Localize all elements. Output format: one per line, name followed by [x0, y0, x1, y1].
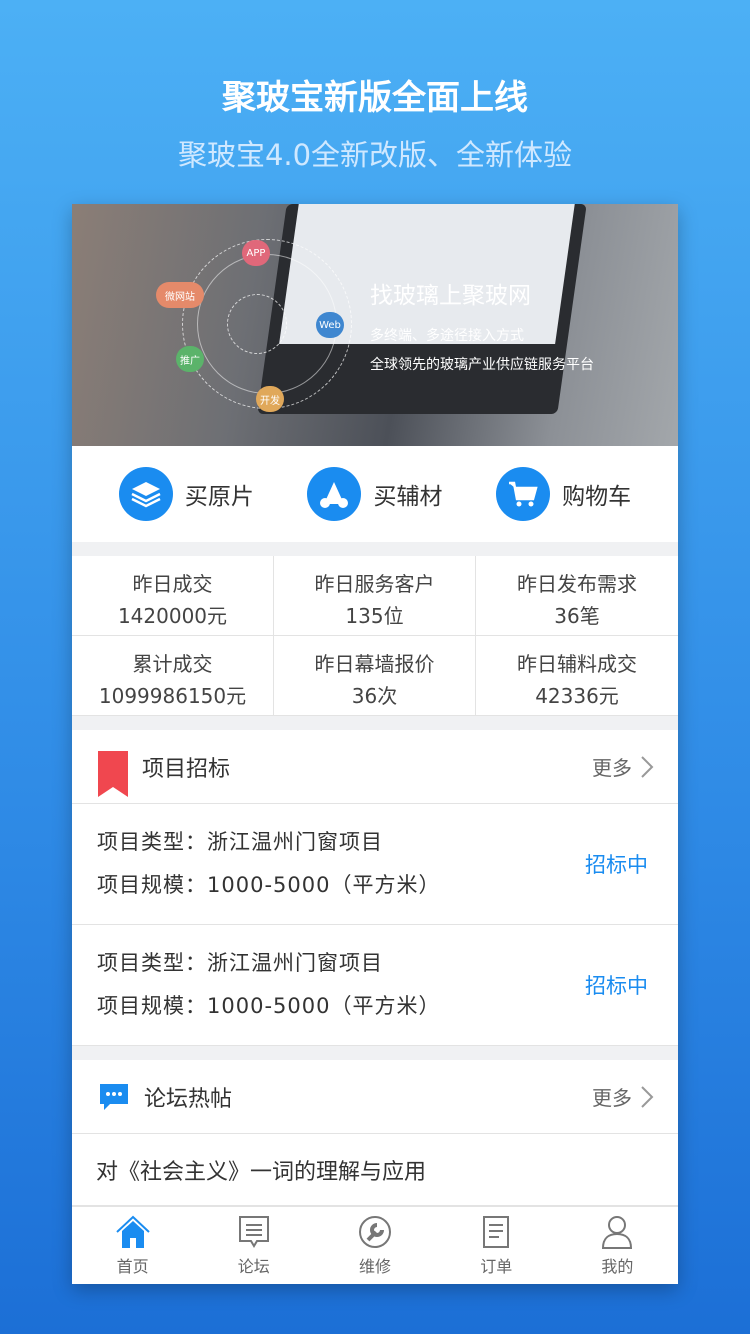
quick-label: 买原片 — [184, 484, 254, 510]
layers-icon — [118, 467, 173, 521]
section-title: 项目招标 — [142, 756, 231, 782]
home-icon — [115, 1215, 150, 1248]
bid-status: 招标中 — [585, 974, 648, 998]
stat-cell: 昨日发布需求 36笔 — [476, 556, 678, 636]
section-title: 论坛热帖 — [144, 1086, 233, 1112]
bubble-microsite: 微网站 — [156, 282, 204, 308]
chat-bubble-icon — [100, 1083, 128, 1110]
more-link[interactable]: 更多 — [592, 752, 632, 781]
quick-label: 购物车 — [562, 484, 632, 510]
cart-icon — [496, 467, 551, 521]
banner-line2: 全球领先的玻璃产业供应链服务平台 — [370, 357, 594, 373]
more-link[interactable]: 更多 — [592, 1082, 632, 1111]
tab-home[interactable]: 首页 — [72, 1207, 193, 1284]
banner-headline: 找玻璃上聚玻网 — [370, 283, 531, 309]
forum-post[interactable]: 对《社会主义》一词的理解与应用 — [72, 1134, 678, 1206]
quick-cart[interactable]: 购物车 — [496, 467, 631, 521]
bubble-app: APP — [242, 240, 270, 266]
stat-cell: 昨日成交 1420000元 — [72, 556, 274, 636]
message-icon — [238, 1216, 269, 1248]
bubble-promo: 推广 — [176, 346, 204, 372]
stat-cell: 昨日辅料成交 42336元 — [476, 636, 678, 716]
tab-forum[interactable]: 论坛 — [193, 1207, 314, 1284]
quick-buy-materials[interactable]: 买辅材 — [307, 467, 442, 521]
chevron-right-icon[interactable] — [640, 755, 654, 779]
tab-repair[interactable]: 维修 — [314, 1207, 435, 1284]
promo-subtitle: 聚玻宝4.0全新改版、全新体验 — [177, 138, 573, 172]
quick-label: 买辅材 — [373, 484, 443, 510]
stat-cell: 累计成交 1099986150元 — [72, 636, 274, 716]
bubble-web: Web — [316, 312, 344, 338]
chevron-right-icon[interactable] — [640, 1085, 654, 1109]
tab-bar: 首页 论坛 维修 订单 我的 — [72, 1206, 678, 1284]
materials-icon — [307, 467, 362, 521]
bid-item[interactable]: 项目类型：浙江温州门窗项目 项目规模：1000-5000（平方米） 招标中 — [72, 925, 678, 1046]
document-icon — [483, 1216, 510, 1248]
promo-title: 聚玻宝新版全面上线 — [222, 78, 528, 118]
phone-screen: APP 微网站 Web 推广 开发 找玻璃上聚玻网 多终端、多途径接入方式 全球… — [72, 204, 678, 1284]
stat-cell: 昨日幕墙报价 36次 — [274, 636, 476, 716]
stat-cell: 昨日服务客户 135位 — [274, 556, 476, 636]
banner-line1: 多终端、多途径接入方式 — [370, 328, 524, 344]
stats-grid: 昨日成交 1420000元 昨日服务客户 135位 昨日发布需求 36笔 累计成交 10… — [72, 556, 678, 716]
bid-item[interactable]: 项目类型：浙江温州门窗项目 项目规模：1000-5000（平方米） 招标中 — [72, 804, 678, 925]
user-icon — [602, 1216, 633, 1249]
bid-status: 招标中 — [585, 853, 648, 877]
wrench-icon — [359, 1216, 391, 1248]
tab-profile[interactable]: 我的 — [557, 1207, 678, 1284]
forum-section: 论坛热帖 更多 对《社会主义》一词的理解与应用 — [72, 1060, 678, 1206]
quick-buy-glass[interactable]: 买原片 — [118, 467, 254, 521]
tab-orders[interactable]: 订单 — [436, 1207, 557, 1284]
bidding-section: 项目招标 更多 项目类型：浙江温州门窗项目 项目规模：1000-5000（平方米）… — [72, 730, 678, 1046]
bookmark-icon — [98, 750, 128, 797]
quick-actions: 买原片 买辅材 购物车 — [72, 446, 678, 542]
banner[interactable]: APP 微网站 Web 推广 开发 找玻璃上聚玻网 多终端、多途径接入方式 全球… — [72, 204, 678, 446]
bubble-dev: 开发 — [256, 386, 284, 412]
